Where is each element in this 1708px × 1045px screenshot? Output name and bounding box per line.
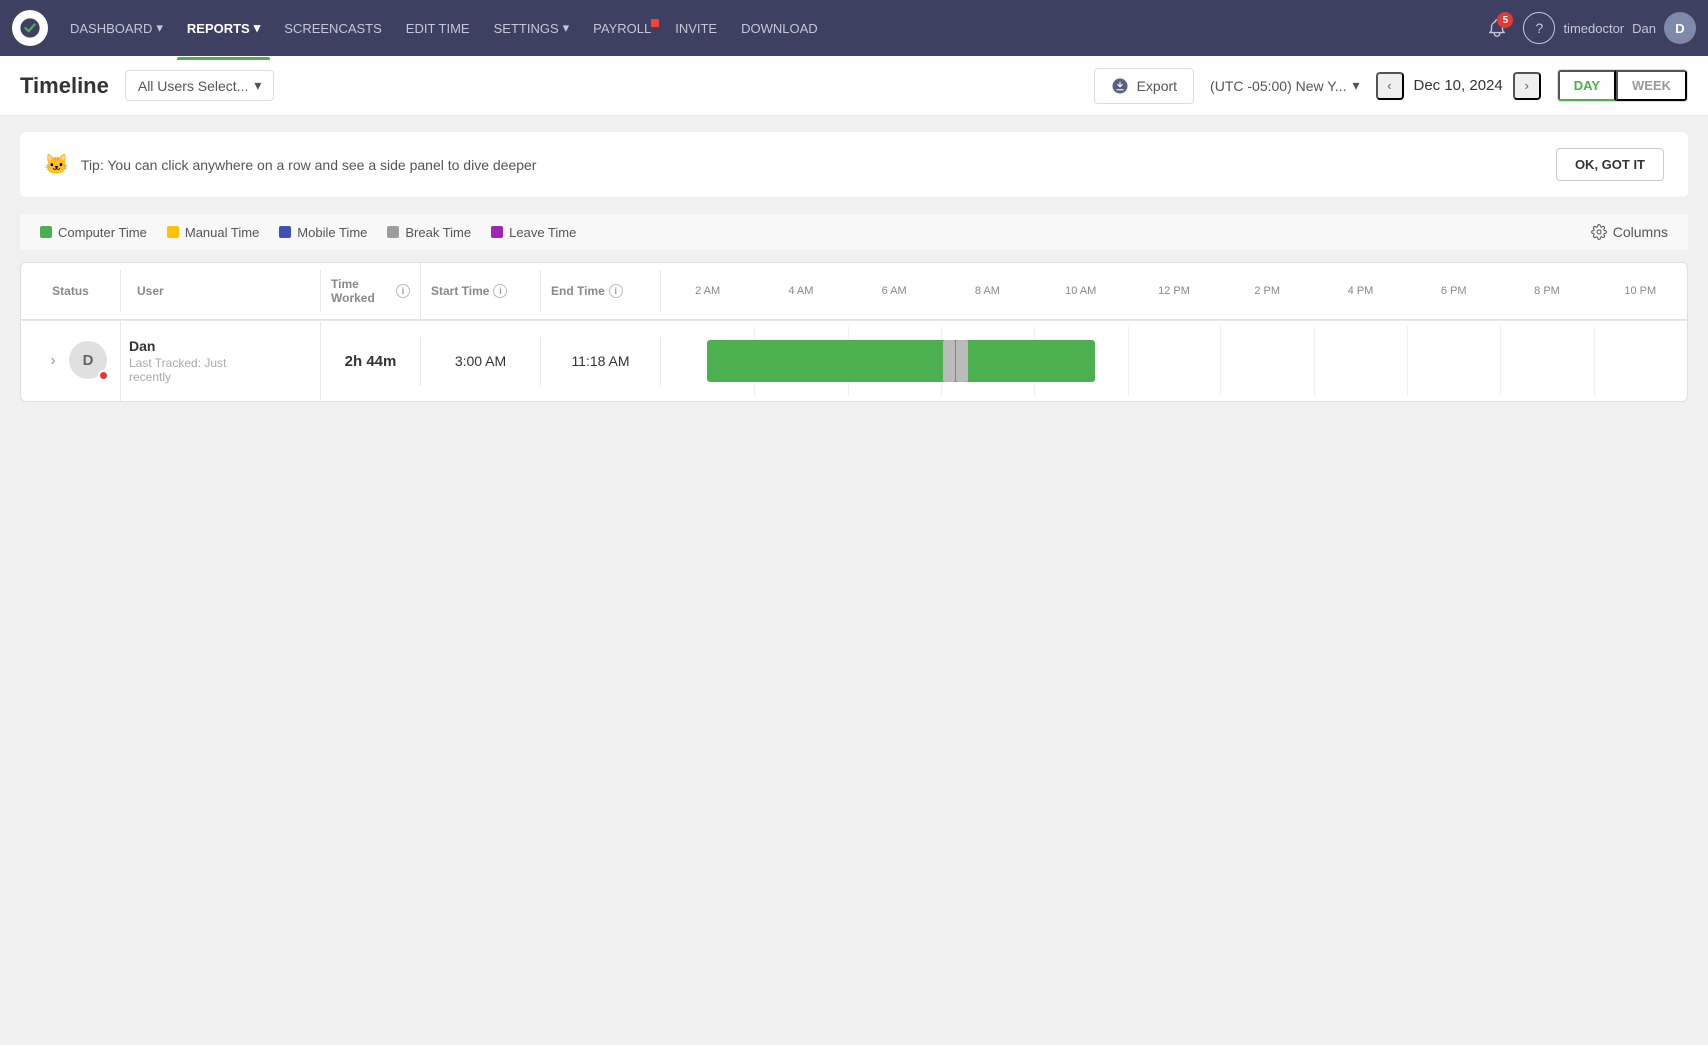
row-timeline-cell: [661, 326, 1687, 396]
page-title: Timeline: [20, 73, 109, 99]
help-button[interactable]: ?: [1523, 12, 1555, 44]
legend-manual-time: Manual Time: [167, 225, 259, 240]
top-navigation: DASHBOARD ▾ REPORTS ▾ SCREENCASTS EDIT T…: [0, 0, 1708, 56]
col-header-user: User: [121, 270, 321, 312]
timeline-table: Status User Time Worked i Start Time i E…: [20, 262, 1688, 402]
row-status-cell: › D: [21, 321, 121, 401]
break-time-dot: [387, 226, 399, 238]
break-time-block-2: [956, 340, 968, 382]
view-toggle: DAY WEEK: [1557, 69, 1688, 102]
manual-time-dot: [167, 226, 179, 238]
tip-content: 🐱 Tip: You can click anywhere on a row a…: [44, 152, 536, 177]
next-date-button[interactable]: ›: [1513, 72, 1541, 100]
legend-leave-time: Leave Time: [491, 225, 576, 240]
notification-count: 5: [1497, 12, 1513, 28]
tip-bar: 🐱 Tip: You can click anywhere on a row a…: [20, 132, 1688, 198]
col-header-end-time: End Time i: [541, 270, 661, 312]
nav-invite[interactable]: INVITE: [665, 15, 727, 42]
user-name: Dan: [129, 338, 251, 354]
gear-icon: [1591, 224, 1607, 240]
user-avatar-wrap: D: [69, 341, 109, 381]
nav-payroll[interactable]: PAYROLL: [583, 15, 661, 42]
user-last-tracked: Last Tracked: Just recently: [129, 356, 251, 384]
timezone-selector[interactable]: (UTC -05:00) New Y... ▾: [1210, 77, 1359, 94]
columns-button[interactable]: Columns: [1591, 224, 1668, 240]
user-select-button[interactable]: All Users Select... ▾: [125, 70, 275, 101]
username-label[interactable]: timedoctor: [1563, 21, 1624, 36]
tip-text: Tip: You can click anywhere on a row and…: [81, 157, 537, 173]
computer-time-dot: [40, 226, 52, 238]
mobile-time-dot: [279, 226, 291, 238]
user-display-name[interactable]: Dan: [1632, 21, 1656, 36]
legend-mobile-time: Mobile Time: [279, 225, 367, 240]
nav-download[interactable]: DOWNLOAD: [731, 15, 828, 42]
row-start-time-cell: 3:00 AM: [421, 337, 541, 385]
current-date-label: Dec 10, 2024: [1414, 77, 1503, 94]
leave-time-dot: [491, 226, 503, 238]
nav-settings[interactable]: SETTINGS ▾: [484, 14, 580, 42]
start-time-info-icon[interactable]: i: [493, 284, 507, 298]
tip-icon: 🐱: [44, 152, 69, 177]
chevron-down-icon: ▾: [1352, 77, 1359, 94]
table-header: Status User Time Worked i Start Time i E…: [21, 263, 1687, 320]
notifications-bell[interactable]: 5: [1479, 10, 1515, 46]
legend-computer-time: Computer Time: [40, 225, 147, 240]
row-user-cell: Dan Last Tracked: Just recently: [121, 322, 321, 400]
col-header-time-worked: Time Worked i: [321, 263, 421, 319]
row-time-worked-cell: 2h 44m: [321, 337, 421, 386]
row-expand-button[interactable]: ›: [37, 352, 61, 370]
col-header-status: Status: [21, 270, 121, 312]
legend-break-time: Break Time: [387, 225, 471, 240]
status-dot: [98, 370, 109, 381]
date-navigation: ‹ Dec 10, 2024 ›: [1376, 72, 1541, 100]
computer-time-block: [707, 340, 1095, 382]
week-view-button[interactable]: WEEK: [1616, 70, 1687, 101]
col-header-start-time: Start Time i: [421, 270, 541, 312]
row-end-time-cell: 11:18 AM: [541, 337, 661, 385]
nav-reports[interactable]: REPORTS ▾: [177, 14, 270, 42]
table-row[interactable]: › D Dan Last Tracked: Just recently 2h 4…: [21, 320, 1687, 401]
end-time-info-icon[interactable]: i: [609, 284, 623, 298]
legend-row: Computer Time Manual Time Mobile Time Br…: [20, 214, 1688, 250]
export-icon: [1111, 77, 1129, 95]
time-worked-info-icon[interactable]: i: [396, 284, 410, 298]
nav-dashboard[interactable]: DASHBOARD ▾: [60, 14, 173, 42]
logo[interactable]: [12, 10, 48, 46]
user-info: Dan Last Tracked: Just recently: [129, 338, 259, 384]
nav-right-section: 5 ? timedoctor Dan D: [1479, 10, 1696, 46]
break-time-block: [943, 340, 955, 382]
day-view-button[interactable]: DAY: [1558, 70, 1616, 101]
payroll-dot: [651, 19, 659, 27]
prev-date-button[interactable]: ‹: [1376, 72, 1404, 100]
sub-header: Timeline All Users Select... ▾ Export (U…: [0, 56, 1708, 116]
col-header-timeline: 2 AM 4 AM 6 AM 8 AM 10 AM 12 PM 2 PM 4 P…: [661, 271, 1687, 311]
user-avatar[interactable]: D: [1664, 12, 1696, 44]
nav-screencasts[interactable]: SCREENCASTS: [274, 15, 392, 42]
chevron-down-icon: ▾: [254, 77, 261, 94]
export-button[interactable]: Export: [1094, 68, 1194, 104]
tip-ok-button[interactable]: OK, GOT IT: [1556, 148, 1664, 181]
nav-edit-time[interactable]: EDIT TIME: [396, 15, 480, 42]
